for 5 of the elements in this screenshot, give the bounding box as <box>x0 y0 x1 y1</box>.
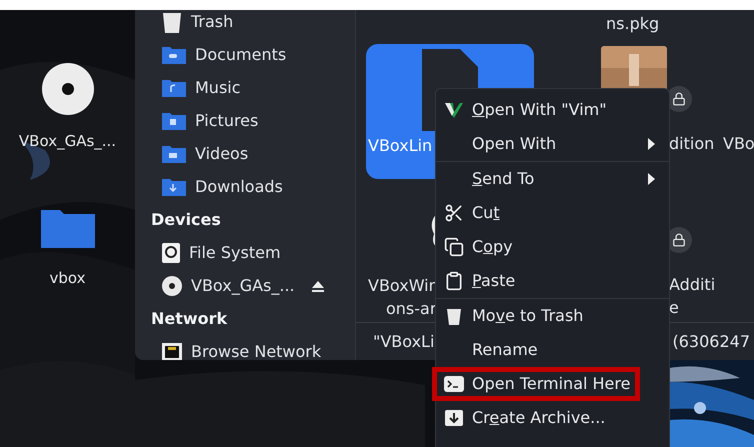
status-text: (6306247 <box>672 330 751 352</box>
sidebar-heading: Devices <box>151 208 221 230</box>
file-name: ns.pkg <box>606 14 660 33</box>
status-text: "VBoxLi <box>372 330 434 352</box>
sidebar-heading: Network <box>151 308 228 330</box>
